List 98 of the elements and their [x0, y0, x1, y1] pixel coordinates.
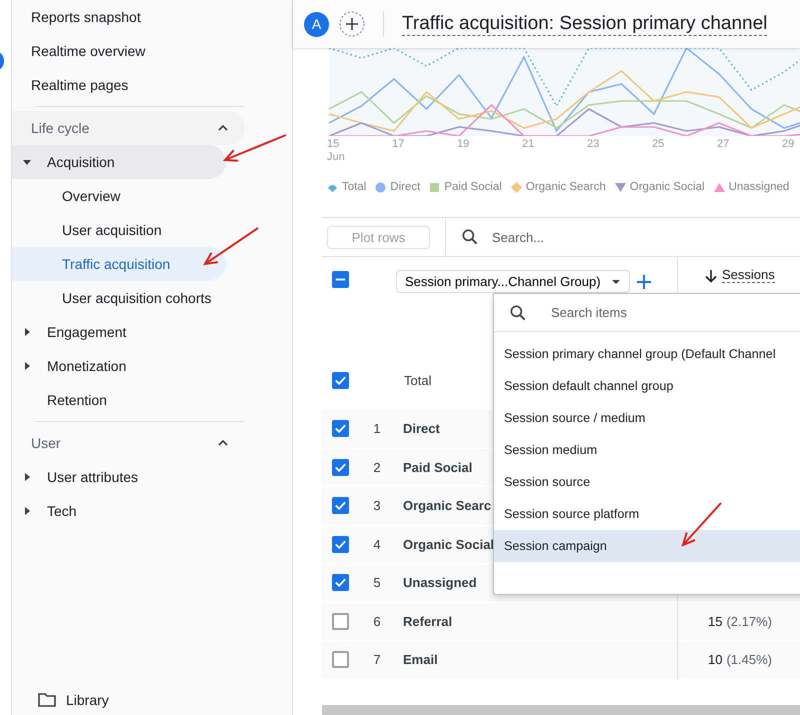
- checkbox[interactable]: [332, 536, 349, 553]
- annotation-arrow: [203, 227, 259, 266]
- table-cell: Paid Social: [403, 460, 472, 475]
- caret-icon[interactable]: [22, 361, 32, 371]
- checkmark-icon: [334, 422, 347, 436]
- nav-label: Tech: [47, 503, 77, 519]
- axis-label: 29: [782, 138, 794, 151]
- checkbox[interactable]: [332, 612, 349, 630]
- menu-search-field[interactable]: Search items: [549, 304, 753, 321]
- search-field[interactable]: Search...: [490, 228, 694, 246]
- row-number: 5: [372, 575, 382, 590]
- menu-item[interactable]: Session default channel group: [494, 370, 800, 402]
- row-number: 3: [372, 498, 382, 514]
- section-title: Life cycle: [31, 120, 90, 136]
- table-cell: 15: [708, 614, 722, 629]
- sidebar-item[interactable]: Realtime pages: [12, 68, 226, 102]
- library-link[interactable]: Library: [66, 692, 109, 708]
- nav-group[interactable]: Tech: [12, 494, 226, 528]
- nav-group[interactable]: User attributes: [12, 460, 226, 494]
- caret-icon[interactable]: [22, 157, 32, 167]
- avatar[interactable]: A: [304, 12, 329, 36]
- annotation-arrow: [222, 134, 287, 162]
- section-title: User: [31, 435, 61, 451]
- caret-icon[interactable]: [22, 506, 32, 516]
- menu-item[interactable]: Session medium: [494, 434, 800, 466]
- folder-icon[interactable]: [38, 693, 56, 707]
- legend-label: Direct: [390, 181, 420, 193]
- axis-label: 19: [457, 138, 470, 151]
- axis-label: 23: [587, 138, 600, 151]
- row-number: 2: [372, 460, 382, 475]
- row-number: 1: [372, 421, 382, 436]
- checkbox[interactable]: [332, 497, 349, 514]
- menu-item[interactable]: Session primary channel group (Default Channel: [494, 338, 800, 370]
- checkbox[interactable]: [332, 372, 349, 389]
- nav-label: User attributes: [47, 469, 138, 485]
- nav-label: Retention: [47, 392, 107, 408]
- sidebar-item[interactable]: User acquisition cohorts: [12, 281, 226, 315]
- checkbox[interactable]: [332, 420, 349, 438]
- table-cell: Referral: [403, 614, 452, 629]
- menu-item[interactable]: Session source / medium: [494, 402, 800, 434]
- checkmark-icon: [334, 499, 347, 512]
- nav-group[interactable]: Acquisition: [12, 145, 226, 179]
- row-number: 6: [372, 614, 382, 629]
- report-title[interactable]: Traffic acquisition: Session primary channel: [402, 12, 768, 36]
- search-icon: [508, 302, 528, 322]
- add-icon[interactable]: [339, 11, 365, 37]
- axis-label: 15 Jun: [327, 138, 345, 164]
- legend-label: Paid Social: [444, 181, 502, 193]
- checkbox[interactable]: [332, 651, 349, 668]
- sidebar-item[interactable]: Realtime overview: [12, 34, 226, 68]
- scrollbar[interactable]: [322, 705, 800, 715]
- axis-label: 17: [392, 138, 404, 151]
- table-cell: 10: [708, 652, 722, 668]
- caret-icon[interactable]: [22, 327, 32, 337]
- nav-label: Engagement: [47, 324, 126, 340]
- add-icon[interactable]: [636, 274, 652, 290]
- axis-label: 27: [717, 138, 730, 151]
- row-number: 7: [372, 652, 382, 668]
- menu-item[interactable]: Session source platform: [494, 498, 800, 530]
- section-header[interactable]: Life cycle: [12, 111, 245, 145]
- checkbox[interactable]: [332, 458, 349, 476]
- checkmark-icon: [334, 576, 347, 590]
- table-cell: Organic Social: [403, 536, 494, 552]
- sidebar-item[interactable]: User acquisition: [12, 213, 226, 247]
- annotation-arrow: [681, 502, 722, 547]
- axis-label: 21: [522, 138, 534, 151]
- percent-text: (2.17%): [726, 614, 772, 629]
- axis-label: 25: [652, 138, 664, 151]
- select-all-checkbox[interactable]: [332, 271, 349, 288]
- section-header[interactable]: User: [12, 426, 245, 460]
- table-cell: Unassigned: [403, 575, 477, 590]
- row-number: 4: [372, 536, 382, 552]
- checkbox[interactable]: [332, 574, 349, 592]
- percent-text: (1.45%): [726, 652, 772, 668]
- legend-label: Organic Search: [526, 181, 606, 193]
- nav-group[interactable]: Monetization: [12, 349, 226, 383]
- sidebar-item[interactable]: Reports snapshot: [12, 0, 226, 34]
- search-icon: [460, 227, 480, 247]
- legend-label: Total: [342, 181, 366, 193]
- checkmark-icon: [334, 374, 347, 387]
- nav-group[interactable]: Retention: [12, 383, 226, 417]
- nav-group[interactable]: Engagement: [12, 315, 226, 349]
- dimension-dropdown[interactable]: Session primary...Channel Group): [396, 270, 630, 293]
- sidebar-item[interactable]: Traffic acquisition: [12, 247, 226, 281]
- menu-item[interactable]: Session campaign: [494, 530, 800, 562]
- sort-arrow-icon[interactable]: [704, 269, 718, 283]
- legend-label: Unassigned: [728, 181, 790, 193]
- sidebar-item[interactable]: Overview: [12, 179, 226, 213]
- table-cell: Direct: [403, 421, 440, 436]
- legend-label: Organic Social: [630, 181, 705, 193]
- nav-label: Monetization: [47, 358, 126, 374]
- nav-label: Acquisition: [47, 154, 115, 170]
- caret-icon[interactable]: [22, 472, 32, 482]
- menu-item[interactable]: Session source: [494, 466, 800, 498]
- column-header[interactable]: Sessions: [722, 267, 775, 283]
- table-cell: Email: [403, 652, 438, 668]
- total-label: Total: [404, 373, 432, 388]
- table-cell: Organic Searc: [403, 498, 492, 514]
